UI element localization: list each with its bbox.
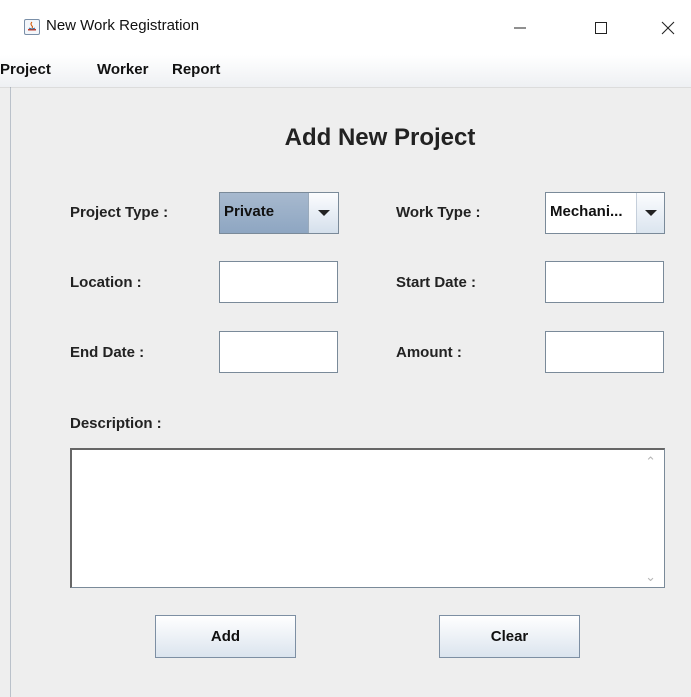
- menu-project[interactable]: Project: [0, 61, 51, 78]
- work-type-value: Mechani...: [550, 203, 623, 220]
- close-button[interactable]: [645, 0, 691, 55]
- project-type-selected: Private: [220, 193, 308, 233]
- menu-report[interactable]: Report: [172, 61, 220, 78]
- start-date-field[interactable]: [545, 261, 664, 303]
- amount-label: Amount :: [396, 344, 462, 361]
- description-label: Description :: [70, 415, 162, 432]
- title-bar[interactable]: New Work Registration: [0, 0, 691, 55]
- add-button[interactable]: Add: [155, 615, 296, 658]
- minimize-icon: [514, 27, 526, 28]
- work-type-dropdown-button[interactable]: [636, 193, 664, 233]
- maximize-button[interactable]: [578, 0, 624, 55]
- java-app-icon: [24, 19, 40, 35]
- work-type-selected: Mechani...: [546, 193, 637, 233]
- scroll-down-icon[interactable]: ⌄: [645, 569, 656, 585]
- end-date-field[interactable]: [219, 331, 338, 373]
- window-title: New Work Registration: [46, 17, 200, 34]
- menu-bar: Project Worker Report: [0, 55, 691, 88]
- application-window: New Work Registration Project Worker Rep…: [0, 0, 691, 697]
- project-type-combo[interactable]: Private: [219, 192, 339, 234]
- minimize-button[interactable]: [497, 0, 543, 55]
- description-textarea[interactable]: ⌃ ⌄: [70, 448, 665, 588]
- project-type-label: Project Type :: [70, 204, 169, 221]
- scroll-up-icon[interactable]: ⌃: [645, 454, 656, 470]
- close-icon: [661, 21, 675, 34]
- maximize-icon: [595, 21, 607, 34]
- project-type-value: Private: [224, 203, 275, 220]
- location-field[interactable]: [219, 261, 338, 303]
- work-type-label: Work Type :: [396, 204, 481, 221]
- window-edge: [10, 87, 11, 697]
- chevron-down-icon: [645, 210, 657, 216]
- work-type-combo[interactable]: Mechani...: [545, 192, 665, 234]
- end-date-label: End Date :: [70, 344, 145, 361]
- form-heading: Add New Project: [284, 124, 476, 151]
- start-date-label: Start Date :: [396, 274, 477, 291]
- project-type-dropdown-button[interactable]: [308, 193, 338, 233]
- location-label: Location :: [70, 274, 142, 291]
- menu-worker[interactable]: Worker: [97, 61, 148, 78]
- chevron-down-icon: [318, 210, 330, 216]
- amount-field[interactable]: [545, 331, 664, 373]
- clear-button[interactable]: Clear: [439, 615, 580, 658]
